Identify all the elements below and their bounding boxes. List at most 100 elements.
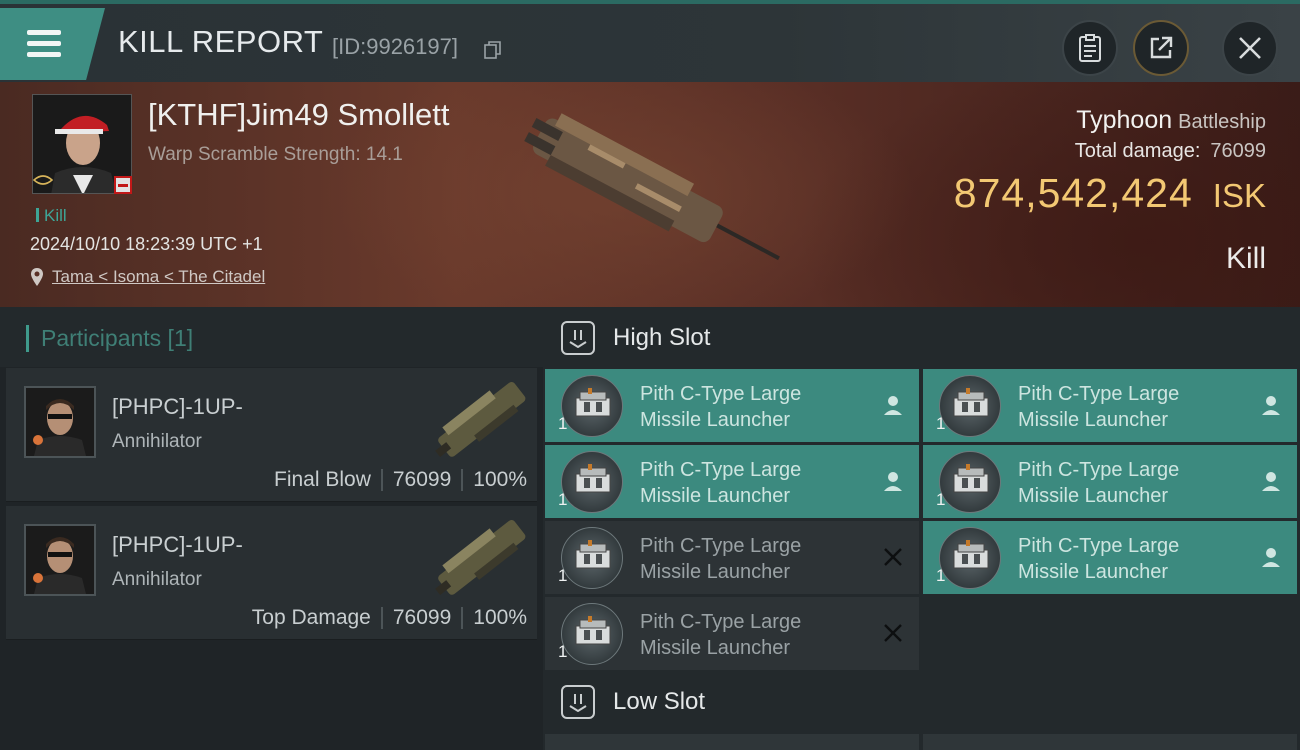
missile-launcher-icon <box>939 451 1001 513</box>
location-link[interactable]: Tama < Isoma < The Citadel <box>52 267 265 287</box>
missile-launcher-icon <box>561 375 623 437</box>
module-name-line: Missile Launcher <box>640 409 791 431</box>
module-item[interactable]: 1 Pith C-Type Large Missile Launcher <box>545 597 919 670</box>
module-quantity: 1 <box>936 414 946 433</box>
module-name: Pith C-Type Large Missile Launcher <box>640 533 870 585</box>
report-icon <box>1079 34 1101 62</box>
participant-ship-image <box>435 519 526 596</box>
divider <box>380 469 383 491</box>
module-name: Pith C-Type Large Missile Launcher <box>1018 533 1248 585</box>
module-quantity: 1 <box>936 490 946 509</box>
low-slot-module-peek[interactable] <box>545 734 919 750</box>
kill-datetime: 2024/10/10 18:23:39 UTC +1 <box>30 234 263 254</box>
module-name-line: Missile Launcher <box>1018 485 1169 507</box>
menu-button[interactable] <box>0 8 105 80</box>
module-item[interactable]: 1 Pith C-Type Large Missile Launcher <box>923 521 1297 594</box>
module-name-line: Missile Launcher <box>640 561 791 583</box>
module-item[interactable]: 1 Pith C-Type Large Missile Launcher <box>923 445 1297 518</box>
victim-name[interactable]: [KTHF]Jim49 Smollett <box>148 97 449 133</box>
divider <box>461 607 464 629</box>
module-item[interactable]: 1 Pith C-Type Large Missile Launcher <box>923 369 1297 442</box>
participant-avatar[interactable] <box>24 524 96 596</box>
person-icon <box>1262 396 1280 415</box>
destroyed-x-icon <box>884 624 902 642</box>
module-name-line: Missile Launcher <box>1018 561 1169 583</box>
victim-ship[interactable]: Typhoon Battleship <box>1076 106 1266 135</box>
close-button[interactable] <box>1222 20 1278 76</box>
isk-unit: ISK <box>1212 177 1266 214</box>
missile-launcher-icon <box>939 527 1001 589</box>
participant-percent: 100% <box>473 606 527 629</box>
module-name-line: Pith C-Type Large <box>1018 535 1180 557</box>
low-slot-title: Low Slot <box>613 688 706 715</box>
participants-title: Participants [1] <box>26 325 193 352</box>
corp-logo-icon <box>33 175 53 185</box>
isk-amount: 874,542,424 <box>953 170 1193 216</box>
copy-icon[interactable] <box>484 41 502 59</box>
module-quantity: 1 <box>558 490 568 509</box>
module-item[interactable]: 1 Pith C-Type Large Missile Launcher <box>545 521 919 594</box>
module-name: Pith C-Type Large Missile Launcher <box>1018 457 1248 509</box>
module-quantity: 1 <box>936 566 946 585</box>
participant-name[interactable]: [PHPC]-1UP- <box>112 532 243 558</box>
isk-value: 874,542,424 ISK <box>954 170 1266 217</box>
kill-result: Kill <box>1225 242 1266 275</box>
module-name-line: Pith C-Type Large <box>640 535 802 557</box>
missile-launcher-icon <box>561 451 623 513</box>
missile-launcher-icon <box>561 603 623 665</box>
low-slot-module-peek[interactable] <box>923 734 1297 750</box>
participant-role: Top Damage <box>251 606 371 629</box>
person-icon <box>1262 548 1280 567</box>
destroyed-x-icon <box>884 548 902 566</box>
report-button[interactable] <box>1062 20 1118 76</box>
participant-damage: 76099 <box>392 468 452 491</box>
module-quantity: 1 <box>558 642 568 661</box>
participants-header[interactable]: Participants [1] <box>0 307 543 367</box>
module-quantity: 1 <box>558 414 568 433</box>
ship-name: Typhoon <box>1076 106 1173 134</box>
total-damage: Total damage: 76099 <box>1075 140 1266 163</box>
module-name-line: Missile Launcher <box>640 637 791 659</box>
module-name-line: Pith C-Type Large <box>640 383 802 405</box>
module-item[interactable]: 1 Pith C-Type Large Missile Launcher <box>545 369 919 442</box>
participant-damage: 76099 <box>392 606 452 629</box>
share-button[interactable] <box>1133 20 1189 76</box>
module-name: Pith C-Type Large Missile Launcher <box>640 609 870 661</box>
participant-role: Final Blow <box>274 468 371 491</box>
divider <box>461 469 464 491</box>
share-icon <box>1150 36 1173 59</box>
person-icon <box>1262 472 1280 491</box>
participant-stats: Top Damage 76099 100% <box>252 606 527 630</box>
participant-portrait-image <box>26 388 94 456</box>
module-name-line: Pith C-Type Large <box>640 611 802 633</box>
participant-stats: Final Blow 76099 100% <box>274 468 527 492</box>
total-damage-value: 76099 <box>1210 140 1266 162</box>
participant-name[interactable]: [PHPC]-1UP- <box>112 394 243 420</box>
location-pin-icon <box>31 268 43 286</box>
participant-card[interactable]: [PHPC]-1UP- Annihilator Top Damage 76099… <box>6 506 537 640</box>
participant-avatar[interactable] <box>24 386 96 458</box>
top-bar: KILL REPORT [ID:9926197] <box>0 0 1300 82</box>
high-slot-title: High Slot <box>613 324 711 351</box>
report-id: [ID:9926197] <box>332 34 458 59</box>
module-name: Pith C-Type Large Missile Launcher <box>1018 381 1248 433</box>
kill-type-tag: Kill <box>36 206 67 226</box>
participant-percent: 100% <box>473 468 527 491</box>
close-icon <box>1239 37 1261 59</box>
kill-location[interactable]: Tama < Isoma < The Citadel <box>30 267 265 287</box>
standing-badge <box>114 176 132 194</box>
person-icon <box>884 396 902 415</box>
module-name-line: Pith C-Type Large <box>1018 383 1180 405</box>
missile-launcher-icon <box>939 375 1001 437</box>
module-item[interactable]: 1 Pith C-Type Large Missile Launcher <box>545 445 919 518</box>
module-name-line: Pith C-Type Large <box>640 459 802 481</box>
divider <box>380 607 383 629</box>
person-icon <box>884 472 902 491</box>
module-quantity: 1 <box>558 566 568 585</box>
participant-ship: Annihilator <box>112 431 202 452</box>
participant-card[interactable]: [PHPC]-1UP- Annihilator Final Blow 76099… <box>6 368 537 502</box>
high-slot-icon <box>561 321 595 355</box>
module-name-line: Missile Launcher <box>640 485 791 507</box>
low-slot-header: Low Slot <box>543 671 1300 733</box>
module-name: Pith C-Type Large Missile Launcher <box>640 457 870 509</box>
